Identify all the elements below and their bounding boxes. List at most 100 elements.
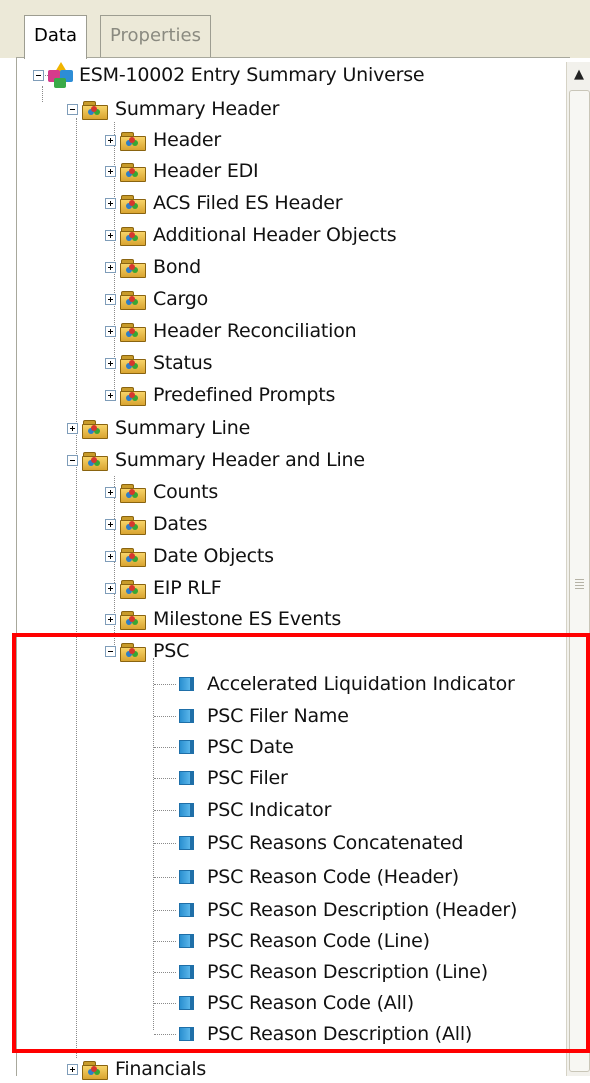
tree-connector (154, 809, 176, 811)
expand-icon[interactable] (105, 134, 116, 146)
tree-class-item[interactable]: Predefined Prompts (105, 381, 335, 409)
collapse-icon[interactable] (67, 103, 78, 115)
expand-icon[interactable] (105, 325, 116, 337)
tree-object-item[interactable]: PSC Filer Name (154, 702, 349, 730)
tree-object-item[interactable]: PSC Reason Description (Header) (154, 896, 517, 924)
dimension-object-icon (179, 965, 194, 979)
collapse-icon[interactable] (105, 645, 116, 657)
tree-object-item[interactable]: PSC Filer (154, 764, 288, 792)
vertical-scrollbar[interactable]: ▲ (566, 62, 590, 1076)
folder-class-icon (120, 258, 146, 278)
folder-class-icon (120, 515, 146, 535)
tree-object-item[interactable]: PSC Reason Description (All) (154, 1020, 472, 1048)
tree-class-summary-header[interactable]: Summary Header (67, 95, 279, 123)
tree-class-label: Counts (153, 481, 219, 503)
tree-object-item[interactable]: PSC Reason Code (All) (154, 989, 414, 1017)
collapse-icon[interactable] (67, 454, 78, 466)
expand-icon[interactable] (105, 389, 116, 401)
tree-class-label: Summary Line (115, 417, 251, 439)
tree-class-label: Milestone ES Events (153, 608, 342, 630)
tree-class-item[interactable]: Bond (105, 253, 201, 281)
tree-class-item[interactable]: Header Reconciliation (105, 317, 357, 345)
tree-object-item[interactable]: PSC Date (154, 733, 294, 761)
tree-object-label: PSC Reasons Concatenated (207, 832, 464, 854)
tree-connector (154, 746, 176, 748)
expand-icon[interactable] (67, 1063, 78, 1075)
expand-icon[interactable] (105, 550, 116, 562)
folder-class-icon (120, 354, 146, 374)
dimension-object-icon (179, 836, 194, 850)
tree-class-psc[interactable]: PSC (105, 637, 189, 665)
expand-icon[interactable] (105, 197, 116, 209)
tree-connector (154, 842, 176, 844)
folder-class-icon (120, 290, 146, 310)
collapse-icon[interactable] (33, 69, 44, 81)
tree-connector (154, 777, 176, 779)
folder-class-icon (120, 194, 146, 214)
tab-bar: Data Properties (0, 0, 590, 59)
tree-class-label: Dates (153, 513, 208, 535)
tab-data[interactable]: Data (24, 15, 87, 59)
tree-class-item[interactable]: Status (105, 349, 213, 377)
tree-class-label: Additional Header Objects (153, 224, 397, 246)
expand-icon[interactable] (105, 229, 116, 241)
tree-class-item[interactable]: Dates (105, 510, 208, 538)
folder-class-icon (82, 100, 108, 120)
expand-icon[interactable] (105, 293, 116, 305)
tree-connector (154, 1002, 176, 1004)
tree-class-summary-header-and-line[interactable]: Summary Header and Line (67, 446, 365, 474)
folder-class-icon (82, 451, 108, 471)
scroll-up-arrow-icon[interactable]: ▲ (567, 62, 590, 88)
tree-class-item[interactable]: Header EDI (105, 157, 259, 185)
tree-class-label: ACS Filed ES Header (153, 192, 343, 214)
tree-class-item[interactable]: Cargo (105, 285, 208, 313)
tree-connector (154, 971, 176, 973)
tree-object-item[interactable]: PSC Reason Code (Header) (154, 863, 459, 891)
dimension-object-icon (179, 996, 194, 1010)
tree-object-item[interactable]: PSC Reason Description (Line) (154, 958, 488, 986)
tab-properties[interactable]: Properties (100, 15, 211, 57)
dimension-object-icon (179, 934, 194, 948)
expand-icon[interactable] (105, 518, 116, 530)
tree-class-item[interactable]: Counts (105, 478, 218, 506)
tree-connector (154, 909, 176, 911)
tree-class-item[interactable]: Milestone ES Events (105, 605, 341, 633)
tree-class-label: Bond (153, 256, 201, 278)
dimension-object-icon (179, 771, 194, 785)
expand-icon[interactable] (67, 422, 78, 434)
tree-class-label: Cargo (153, 288, 209, 310)
tree-class-item[interactable]: EIP RLF (105, 574, 222, 602)
tree-connector (154, 940, 176, 942)
expand-icon[interactable] (105, 261, 116, 273)
expand-icon[interactable] (105, 165, 116, 177)
tree-class-financials[interactable]: Financials (67, 1055, 206, 1083)
tree-class-item[interactable]: ACS Filed ES Header (105, 189, 343, 217)
scrollbar-thumb[interactable] (569, 90, 590, 1072)
tree-object-item[interactable]: PSC Reasons Concatenated (154, 829, 463, 857)
tree-class-label: Financials (115, 1058, 207, 1080)
tree-connector (154, 683, 176, 685)
folder-class-icon (120, 386, 146, 406)
tree-object-item[interactable]: Accelerated Liquidation Indicator (154, 670, 515, 698)
universe-icon (48, 62, 74, 88)
tree-class-label: EIP RLF (153, 577, 222, 599)
tree-connector (76, 118, 77, 1058)
dimension-object-icon (179, 1027, 194, 1041)
folder-class-icon (120, 226, 146, 246)
tree-object-item[interactable]: PSC Reason Code (Line) (154, 927, 430, 955)
tree-root[interactable]: ESM-10002 Entry Summary Universe (33, 61, 425, 89)
tree-object-label: PSC Reason Code (Header) (207, 866, 459, 888)
tree-object-label: PSC Reason Code (Line) (207, 930, 430, 952)
tree-object-label: PSC Indicator (207, 799, 332, 821)
tree-object-item[interactable]: PSC Indicator (154, 796, 331, 824)
expand-icon[interactable] (105, 613, 116, 625)
tree-class-summary-line[interactable]: Summary Line (67, 414, 250, 442)
expand-icon[interactable] (105, 357, 116, 369)
tree-class-item[interactable]: Header (105, 126, 221, 154)
expand-icon[interactable] (105, 582, 116, 594)
expand-icon[interactable] (105, 486, 116, 498)
tree-class-item[interactable]: Date Objects (105, 542, 274, 570)
tree-class-item[interactable]: Additional Header Objects (105, 221, 397, 249)
tree-connector (154, 876, 176, 878)
tree-connector (154, 1033, 176, 1035)
